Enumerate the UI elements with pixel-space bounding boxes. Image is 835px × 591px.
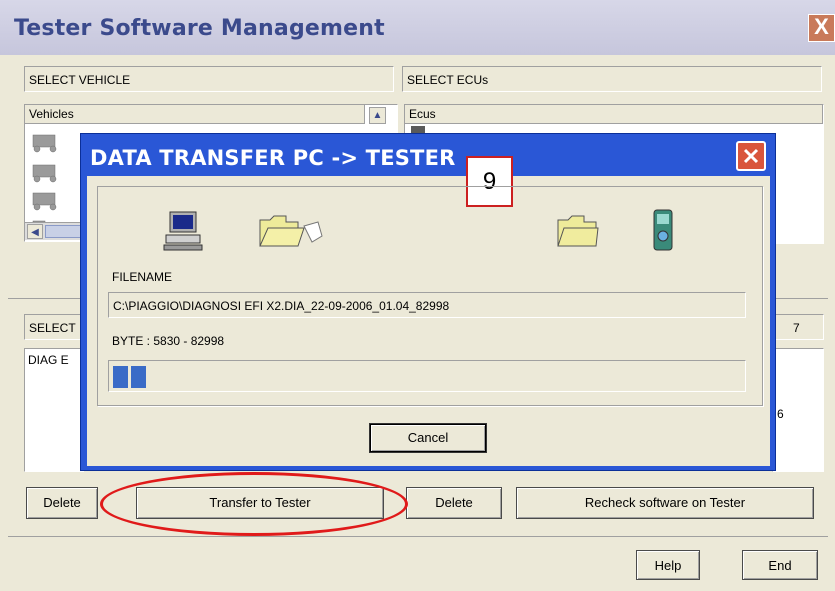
delete-left-button[interactable]: Delete	[26, 487, 98, 519]
byte-counter: BYTE : 5830 - 82998	[112, 334, 225, 348]
ecus-column-header[interactable]: Ecus	[405, 105, 823, 124]
software-count: 7	[770, 314, 824, 340]
scroll-thumb[interactable]	[45, 225, 85, 238]
progress-bar	[108, 360, 746, 392]
software-list-right[interactable]: 6	[772, 348, 824, 472]
progress-block	[113, 366, 128, 388]
folder-icon	[557, 215, 599, 247]
tester-device-icon	[653, 209, 673, 251]
bottom-divider	[8, 536, 828, 537]
vehicles-column-header[interactable]: Vehicles	[25, 105, 365, 124]
folder-open-icon	[259, 215, 323, 247]
close-icon	[743, 148, 759, 164]
window-title: Tester Software Management	[14, 16, 385, 41]
select-vehicle-label: SELECT VEHICLE	[24, 66, 394, 92]
scroll-left-button[interactable]: ◀	[27, 224, 43, 239]
horizontal-scrollbar[interactable]: ◀	[25, 222, 87, 240]
software-list-left[interactable]: DIAG E	[24, 348, 84, 472]
window-close-button[interactable]: X	[808, 14, 835, 42]
end-button[interactable]: End	[742, 550, 818, 580]
delete-right-button[interactable]: Delete	[406, 487, 502, 519]
computer-icon	[163, 211, 203, 251]
filename-label: FILENAME	[112, 270, 173, 284]
recheck-software-button[interactable]: Recheck software on Tester	[516, 487, 814, 519]
select-ecus-label: SELECT ECUs	[402, 66, 822, 92]
highlight-ellipse	[100, 472, 408, 536]
software-list-partial: 6	[777, 407, 784, 421]
close-icon: X	[814, 14, 829, 39]
software-list-item[interactable]: DIAG E	[28, 353, 69, 367]
cancel-button[interactable]: Cancel	[370, 424, 486, 452]
dialog-title: DATA TRANSFER PC -> TESTER	[90, 146, 456, 170]
select-software-label: SELECT	[24, 314, 84, 340]
filename-field: C:\PIAGGIO\DIAGNOSI EFI X2.DIA_22-09-200…	[108, 292, 746, 318]
scroll-up-button[interactable]: ▲	[369, 107, 386, 124]
progress-block	[131, 366, 146, 388]
dialog-close-button[interactable]	[736, 141, 766, 171]
help-button[interactable]: Help	[636, 550, 700, 580]
